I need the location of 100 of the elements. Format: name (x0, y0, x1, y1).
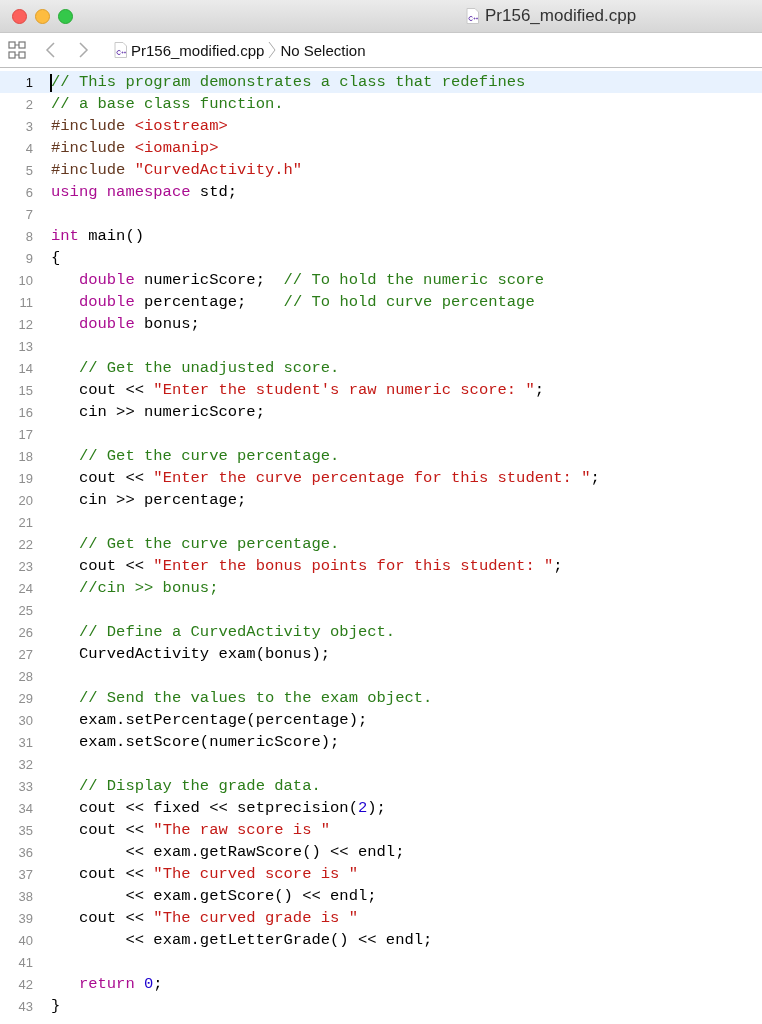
code-text: cin >> numericScore; (78, 403, 265, 421)
line-number: 35 (17, 822, 33, 838)
code-text: "The curved score is " (153, 865, 358, 883)
code-text: cout << (78, 865, 145, 883)
line-number: 36 (17, 844, 33, 860)
code-text: } (51, 997, 61, 1015)
code-text: cout << (78, 469, 145, 487)
code-text: percentage; (144, 293, 247, 311)
line-number: 34 (17, 800, 33, 816)
code-text: ; (590, 469, 600, 487)
line-number: 30 (17, 712, 33, 728)
zoom-button[interactable] (58, 8, 73, 24)
file-crumb[interactable]: Pr156_modified.cpp (131, 41, 265, 59)
line-number: 21 (17, 514, 33, 530)
line-number: 14 (17, 360, 33, 376)
line-number: 11 (18, 294, 33, 310)
code-text: // Get the curve percentage. (78, 535, 340, 553)
line-number: 1 (24, 74, 33, 90)
code-text: "Enter the curve percentage for this student: " (153, 469, 591, 487)
line-number: 27 (17, 646, 33, 662)
code-text: <iostream> (134, 117, 228, 135)
line-number: 4 (24, 140, 33, 156)
line-number: 23 (17, 558, 33, 574)
code-text: #include (51, 117, 126, 135)
code-text: #include (51, 139, 126, 157)
code-text: numericScore; (144, 271, 265, 289)
code-text: double (78, 315, 135, 333)
code-text: cout << (78, 381, 145, 399)
line-number: 31 (17, 734, 33, 750)
line-number: 26 (17, 624, 33, 640)
line-number: 28 (17, 668, 33, 684)
code-text: <iomanip> (134, 139, 219, 157)
line-number: 32 (17, 756, 33, 772)
selection-crumb[interactable]: No Selection (280, 41, 366, 59)
line-number: 37 (17, 866, 33, 882)
line-number: 43 (17, 998, 33, 1014)
code-text: int (51, 227, 79, 245)
code-text: "The raw score is " (153, 821, 331, 839)
code-text: #include (51, 161, 126, 179)
line-number: 22 (17, 536, 33, 552)
line-number: 5 (24, 162, 33, 178)
line-number: 18 (17, 448, 33, 464)
code-text: // To hold the numeric score (283, 271, 544, 289)
line-number: 13 (17, 338, 33, 354)
code-text: << exam.getScore() << endl; (125, 887, 377, 905)
line-number: 10 (17, 272, 33, 288)
code-text: { (51, 249, 61, 267)
chevron-icon (268, 40, 277, 60)
line-number: 15 (17, 382, 33, 398)
code-text: // This program demonstrates a class that redefines (51, 73, 526, 91)
code-text: // Define a CurvedActivity object. (78, 623, 396, 641)
line-number: 42 (17, 976, 33, 992)
line-number: 8 (24, 228, 33, 244)
code-text: cout << (78, 909, 145, 927)
code-text: cout << (78, 557, 145, 575)
code-text: "Enter the bonus points for this student: " (153, 557, 554, 575)
code-text: << exam.getRawScore() << endl; (125, 843, 405, 861)
line-number: 9 (24, 250, 33, 266)
code-text: cout << fixed << setprecision( (78, 799, 358, 817)
code-text: // Get the unadjusted score. (78, 359, 340, 377)
line-number: 7 (24, 206, 33, 222)
code-text: double (78, 271, 135, 289)
line-number: 2 (24, 96, 33, 112)
code-text: CurvedActivity exam(bonus); (78, 645, 331, 663)
code-text: //cin >> bonus; (78, 579, 219, 597)
code-text: cout << (78, 821, 145, 839)
line-number: 20 (17, 492, 33, 508)
code-text: // Display the grade data. (78, 777, 321, 795)
line-number: 24 (17, 580, 33, 596)
cpp-file-icon (114, 42, 127, 58)
code-text: return (78, 975, 135, 993)
minimize-button[interactable] (35, 8, 50, 24)
line-number: 41 (17, 954, 33, 970)
line-number: 6 (24, 184, 33, 200)
code-text: ; (153, 975, 163, 993)
line-number: 17 (17, 426, 33, 442)
text-cursor (50, 74, 52, 92)
code-text: // To hold curve percentage (283, 293, 535, 311)
code-text: bonus; (144, 315, 200, 333)
code-text: exam.setPercentage(percentage); (78, 711, 368, 729)
line-number: 16 (17, 404, 33, 420)
code-text: ); (367, 799, 386, 817)
window-title: Pr156_modified.cpp (485, 6, 637, 26)
code-text: ; (553, 557, 563, 575)
code-text: "CurvedActivity.h" (134, 161, 303, 179)
cpp-file-icon (466, 8, 479, 24)
line-number: 38 (17, 888, 33, 904)
code-text: "Enter the student's raw numeric score: " (153, 381, 535, 399)
code-text: // Get the curve percentage. (78, 447, 340, 465)
line-number: 12 (17, 316, 33, 332)
code-text: // a base class function. (51, 95, 284, 113)
grid-icon[interactable] (8, 41, 26, 59)
code-text: main() (88, 227, 145, 245)
code-text: 2 (357, 799, 368, 817)
code-text: using namespace (51, 183, 191, 201)
code-text: 0 (144, 975, 154, 993)
code-text: "The curved grade is " (153, 909, 358, 927)
close-button[interactable] (12, 8, 27, 24)
code-text: double (78, 293, 135, 311)
line-number: 19 (17, 470, 33, 486)
